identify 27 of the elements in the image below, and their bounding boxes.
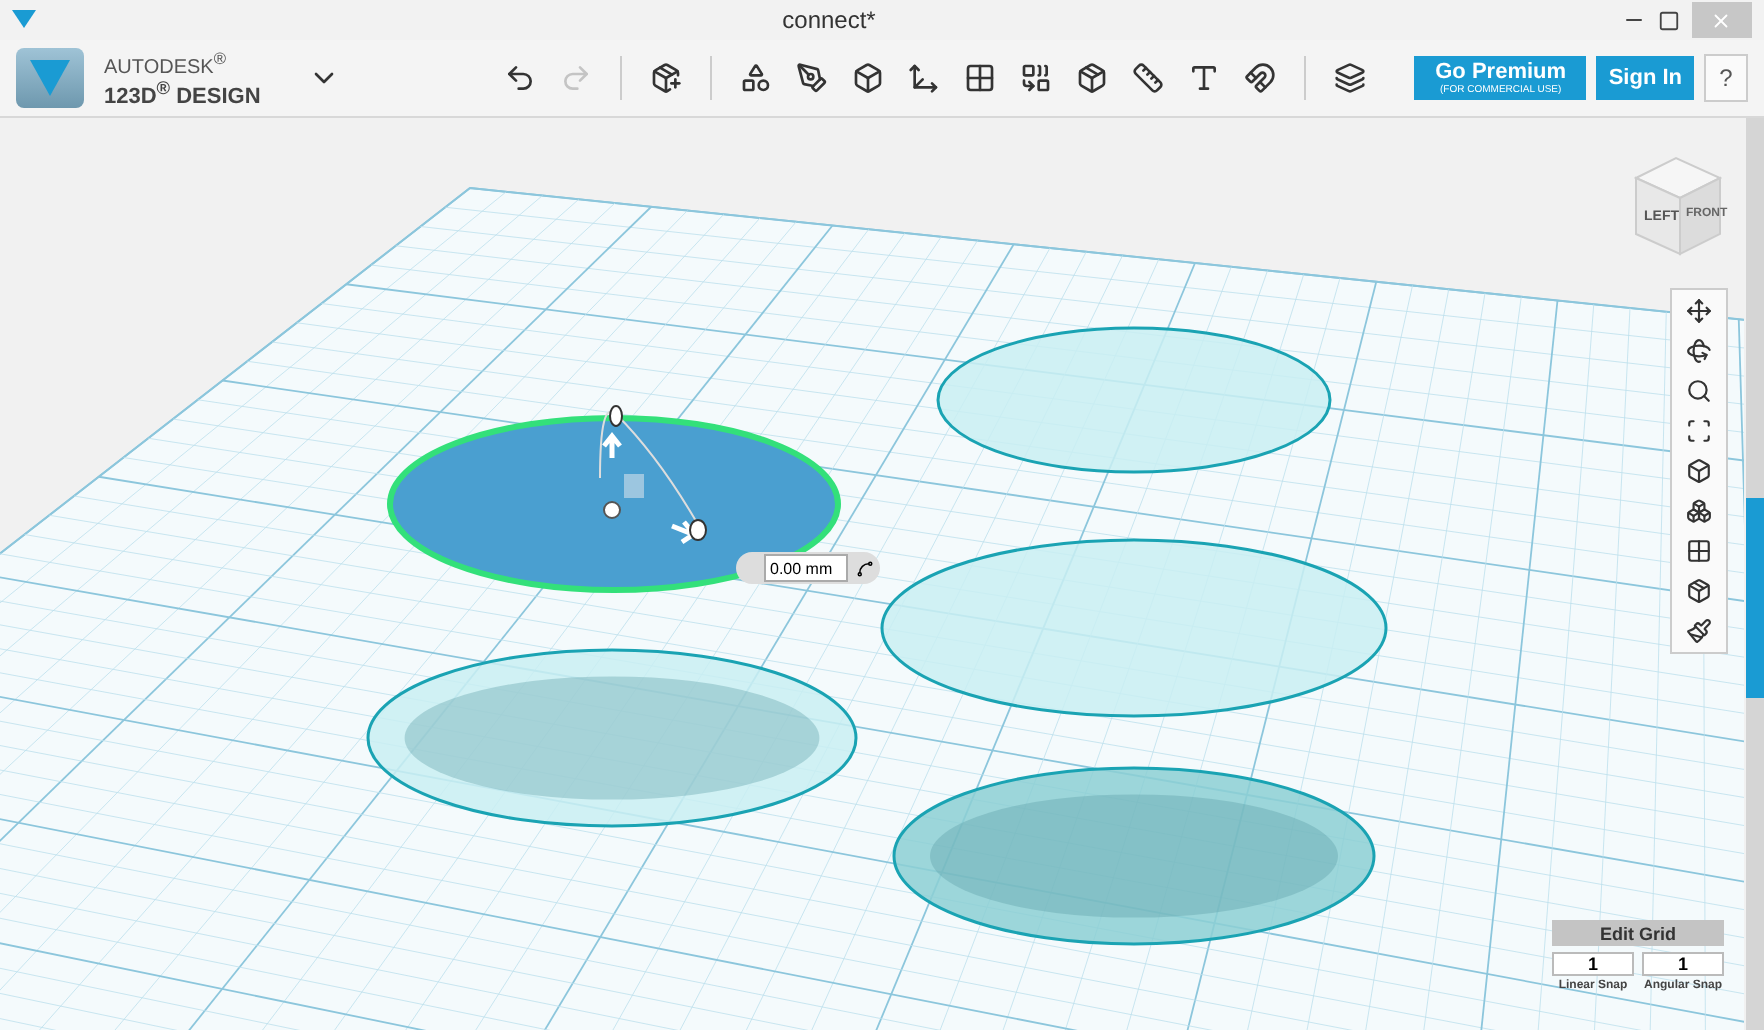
app-logo [16, 48, 84, 108]
curve-icon[interactable] [856, 559, 874, 577]
frame-icon[interactable] [1686, 418, 1712, 444]
maximize-icon[interactable] [1657, 9, 1680, 31]
brush-icon[interactable] [1686, 618, 1712, 644]
snap-field[interactable]: 1 [1552, 952, 1634, 976]
snap-field[interactable]: 1 [1642, 952, 1724, 976]
orbit-icon[interactable] [1686, 338, 1712, 364]
cube-icon[interactable] [1686, 458, 1712, 484]
edit-grid-button[interactable]: Edit Grid [1552, 920, 1724, 946]
ellipse-shape[interactable] [387, 415, 841, 593]
boxes-icon[interactable] [1686, 498, 1712, 524]
help-button[interactable]: ? [1704, 54, 1748, 102]
zoom-icon[interactable] [1686, 378, 1712, 404]
menu-caret-icon[interactable] [12, 10, 36, 30]
grid-icon[interactable] [1686, 538, 1712, 564]
undo-icon[interactable] [504, 62, 537, 94]
brand-product: 123D$^{®}$ DESIGN [104, 77, 261, 109]
manipulator-drawing[interactable] [599, 405, 707, 545]
ellipse-shape[interactable] [892, 766, 1376, 946]
brand-company: AUTODESK$^{®}$ [104, 47, 228, 78]
ellipse-shape[interactable] [936, 326, 1332, 474]
dimension-input[interactable]: 0.00 mm [736, 552, 880, 584]
package-icon[interactable] [1686, 578, 1712, 604]
window-title: connect* [782, 6, 876, 34]
pan-icon[interactable] [1686, 298, 1712, 324]
ellipse-shape[interactable] [366, 648, 858, 828]
